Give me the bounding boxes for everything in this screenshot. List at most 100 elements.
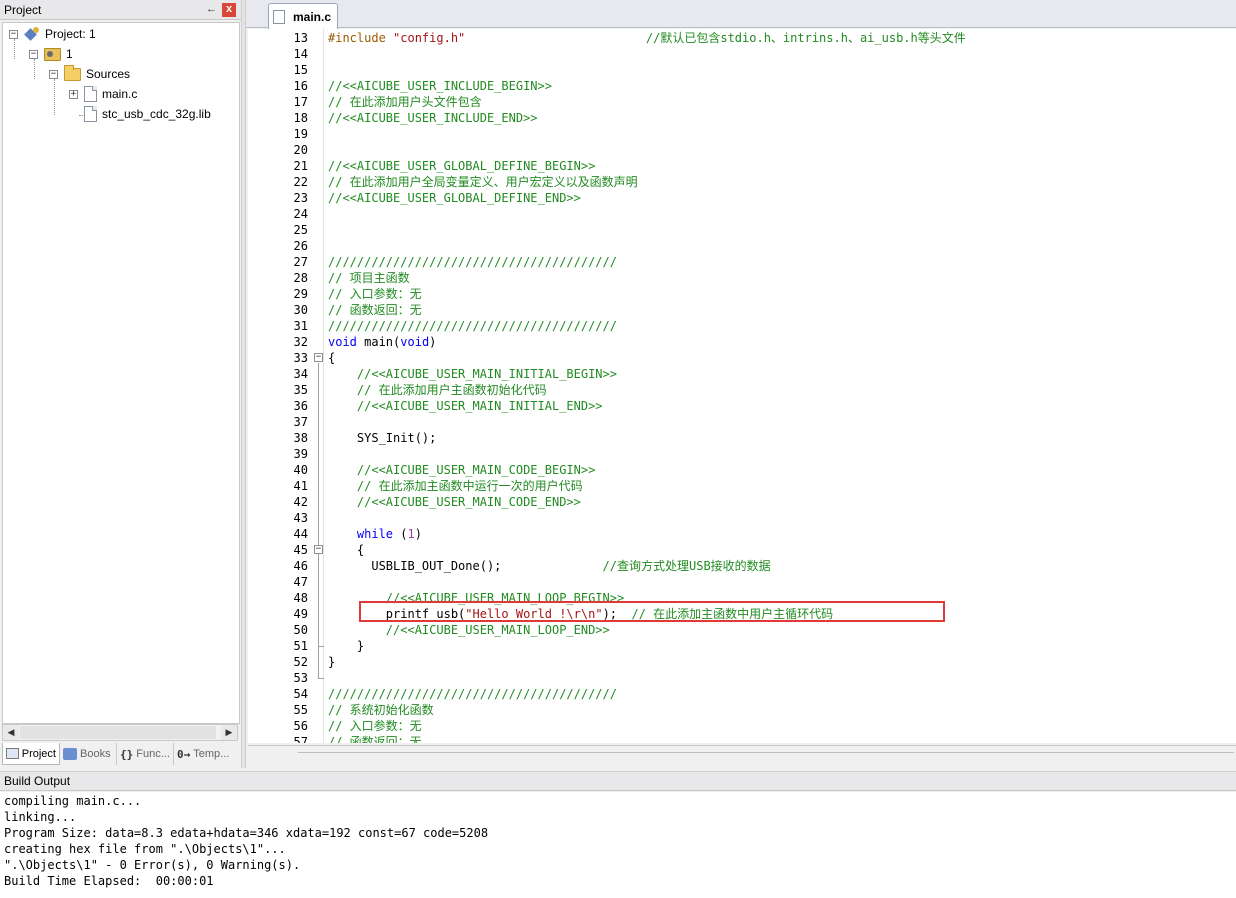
code-line: //<<AICUBE_USER_MAIN_CODE_END>>: [328, 495, 581, 509]
code-line: //<<AICUBE_USER_GLOBAL_DEFINE_END>>: [328, 191, 581, 205]
code-line: // 入口参数：无: [328, 719, 422, 733]
tree-item-file-lib[interactable]: stc_usb_cdc_32g.lib: [84, 105, 211, 123]
editor-horizontal-scrollbar[interactable]: [248, 745, 1236, 763]
tab-project[interactable]: Project: [2, 743, 60, 765]
line-number: 36: [293, 399, 308, 413]
line-number: 21: [293, 159, 308, 173]
target-icon: [44, 47, 61, 61]
editor-tab-bar: main.c: [246, 0, 1236, 29]
build-output-title: Build Output: [4, 774, 71, 788]
tab-main-c[interactable]: main.c: [268, 3, 338, 29]
tree-item-file-label: stc_usb_cdc_32g.lib: [102, 107, 211, 121]
code-line: ////////////////////////////////////////: [328, 255, 617, 269]
line-number: 26: [293, 239, 308, 253]
line-number: 31: [293, 319, 308, 333]
line-number: 19: [293, 127, 308, 141]
line-number: 18: [293, 111, 308, 125]
expand-icon[interactable]: +: [69, 89, 78, 99]
tab-label: Project: [21, 747, 56, 760]
line-number: 41: [293, 479, 308, 493]
scroll-left-icon[interactable]: ◀: [3, 725, 19, 740]
line-number: 56: [293, 719, 308, 733]
code-line: // 函数返回：无: [328, 735, 422, 743]
code-line: // 在此添加主函数中运行一次的用户代码: [328, 479, 583, 493]
line-number: 42: [293, 495, 308, 509]
highlight-annotation-box: [359, 601, 945, 622]
tree-item-project[interactable]: − Project: 1: [9, 25, 96, 43]
code-line: //<<AICUBE_USER_GLOBAL_DEFINE_BEGIN>>: [328, 159, 596, 173]
tab-books[interactable]: Books: [60, 743, 117, 765]
folder-icon: [64, 64, 81, 81]
line-number: 20: [293, 143, 308, 157]
scroll-right-icon[interactable]: ▶: [221, 725, 237, 740]
tree-item-project-label: Project: 1: [45, 27, 96, 41]
line-number: 17: [293, 95, 308, 109]
fold-margin: [310, 29, 324, 743]
project-panel-title: Project: [4, 2, 42, 17]
scroll-thumb[interactable]: [20, 726, 216, 739]
pin-icon[interactable]: ←: [206, 3, 217, 15]
code-line: // 在此添加用户主函数初始化代码: [328, 383, 547, 397]
line-number: 49: [293, 607, 308, 621]
line-number: 32: [293, 335, 308, 349]
line-number: 45: [293, 543, 308, 557]
line-number: 22: [293, 175, 308, 189]
fold-toggle-icon[interactable]: −: [314, 353, 323, 362]
code-line: //<<AICUBE_USER_MAIN_LOOP_END>>: [328, 623, 610, 637]
tree-item-target-label: 1: [66, 47, 73, 61]
tree-item-group-sources[interactable]: − Sources: [49, 64, 130, 83]
tab-label: Books: [80, 748, 111, 760]
project-window-icon: [6, 748, 19, 759]
tab-main-c-label: main.c: [293, 9, 332, 24]
code-editor[interactable]: 13 #include "config.h" //默认已包含stdio.h、int…: [248, 29, 1236, 743]
code-line: // 入口参数：无: [328, 287, 422, 301]
editor: main.c 13 #include "config.h" //默认已包含stdi…: [246, 0, 1236, 768]
build-output-title-bar: Build Output: [0, 771, 1236, 791]
project-panel-title-bar: Project ← x: [0, 0, 241, 20]
build-output-line: linking...: [4, 810, 77, 824]
collapse-icon[interactable]: −: [9, 29, 18, 39]
project-icon: [24, 27, 40, 41]
line-number: 50: [293, 623, 308, 637]
fold-guide: [318, 555, 319, 646]
line-number: 38: [293, 431, 308, 445]
fold-end-marker: [318, 646, 324, 647]
line-number: 57: [293, 735, 308, 743]
tree-item-file-main[interactable]: + main.c: [69, 85, 137, 103]
code-line: }: [328, 655, 336, 669]
code-line: //<<AICUBE_USER_INCLUDE_END>>: [328, 111, 538, 125]
code-line: ////////////////////////////////////////: [328, 687, 617, 701]
line-number: 15: [293, 63, 308, 77]
code-line: // 系统初始化函数: [328, 703, 434, 717]
tree-horizontal-scrollbar[interactable]: ◀ ▶: [2, 724, 238, 741]
line-number: 46: [293, 559, 308, 573]
code-line: {: [328, 543, 365, 557]
build-output-pane[interactable]: compiling main.c... linking... Program S…: [0, 792, 1236, 898]
code-line: USBLIB_OUT_Done(); //查询方式处理USB接收的数据: [328, 559, 771, 573]
tree-item-file-label: main.c: [102, 87, 138, 101]
collapse-icon[interactable]: −: [29, 49, 38, 59]
fold-toggle-icon[interactable]: −: [314, 545, 323, 554]
line-number: 47: [293, 575, 308, 589]
close-icon[interactable]: x: [222, 3, 236, 17]
code-line: //<<AICUBE_USER_MAIN_INITIAL_END>>: [328, 399, 603, 413]
line-number: 34: [293, 367, 308, 381]
line-number: 14: [293, 47, 308, 61]
build-output-line: compiling main.c...: [4, 794, 142, 808]
tab-functions[interactable]: {} Func...: [117, 743, 174, 765]
line-number: 55: [293, 703, 308, 717]
line-number: 40: [293, 463, 308, 477]
code-line: void main(void): [328, 335, 437, 349]
tab-templates[interactable]: 0→ Temp...: [174, 743, 236, 765]
code-line: while (1): [356, 527, 422, 541]
build-output-line: creating hex file from ".\Objects\1"...: [4, 842, 286, 856]
collapse-icon[interactable]: −: [49, 69, 58, 79]
templates-icon: 0→: [177, 747, 191, 761]
line-number: 52: [293, 655, 308, 669]
tree-connector: [54, 79, 55, 115]
scroll-track: [298, 752, 1234, 753]
tree-item-target[interactable]: − 1: [29, 45, 73, 63]
line-number: 29: [293, 287, 308, 301]
file-icon: [84, 86, 97, 102]
line-number: 37: [293, 415, 308, 429]
